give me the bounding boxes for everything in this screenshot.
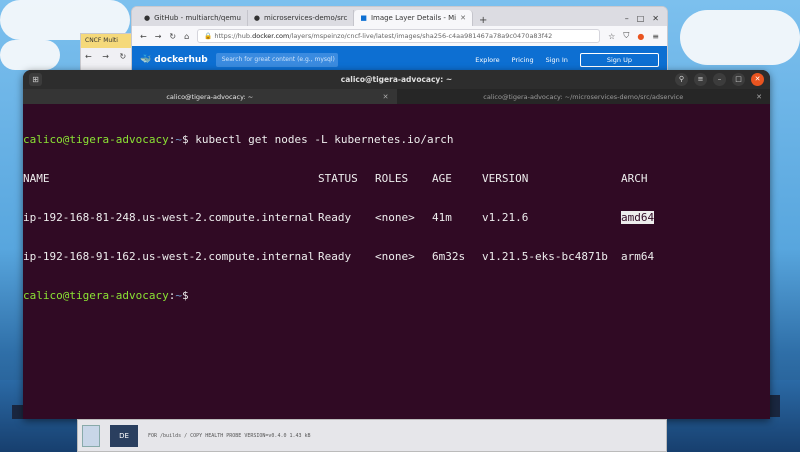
terminal-window-controls: ⚲ ≡ – □ ✕ xyxy=(675,73,764,86)
prompt-user: calico@tigera-advocacy xyxy=(23,133,169,146)
pricing-link[interactable]: Pricing xyxy=(512,56,534,64)
node-status: Ready xyxy=(318,211,352,224)
background-window[interactable]: DE FOR /builds / COPY HEALTH PROBE VERSI… xyxy=(77,419,667,452)
bookmark-star-icon[interactable]: ☆ xyxy=(608,32,615,41)
browser-window[interactable]: ● GitHub - multiarch/qemu ● microservice… xyxy=(131,6,668,72)
extension-icon[interactable]: ● xyxy=(637,32,644,41)
tab-label: calico@tigera-advocacy: ~/microservices-… xyxy=(483,92,684,101)
node-arch-highlighted: amd64 xyxy=(621,211,655,224)
cloud xyxy=(0,40,60,70)
url-domain: docker.com xyxy=(252,32,290,40)
cloud xyxy=(680,10,800,65)
browser-tab-microservices[interactable]: ● microservices-demo/src xyxy=(248,10,355,26)
new-terminal-tab-button[interactable]: ⊞ xyxy=(29,73,42,86)
prompt-symbol: $ xyxy=(181,289,196,302)
github-icon: ● xyxy=(253,14,261,22)
node-status: Ready xyxy=(318,250,352,263)
prompt-path: ~ xyxy=(175,133,182,146)
prompt-symbol: $ xyxy=(181,133,196,146)
header-status: STATUS xyxy=(318,172,358,185)
command-line: calico@tigera-advocacy: ~ $ kubectl get no… xyxy=(23,133,770,146)
node-name: ip-192-168-81-248.us-west-2.compute.inte… xyxy=(23,211,315,224)
forward-icon[interactable]: → xyxy=(155,32,162,41)
prompt-user: calico@tigera-advocacy xyxy=(23,289,169,302)
terminal-tab-strip: calico@tigera-advocacy: ~ ✕ calico@tiger… xyxy=(23,89,770,104)
table-header-row: NAME STATUS ROLES AGE VERSION ARCH xyxy=(23,172,770,185)
close-icon[interactable]: ✕ xyxy=(652,14,659,23)
node-roles: <none> xyxy=(375,250,415,263)
node-version: v1.21.6 xyxy=(482,211,529,224)
header-arch: ARCH xyxy=(621,172,648,185)
close-icon[interactable]: ✕ xyxy=(751,73,764,86)
background-window-text: FOR /builds / COPY HEALTH PROBE VERSION=… xyxy=(148,432,311,439)
header-roles: ROLES xyxy=(375,172,409,185)
search-icon[interactable]: ⚲ xyxy=(675,73,688,86)
tab-label: calico@tigera-advocacy: ~ xyxy=(166,92,254,101)
explore-link[interactable]: Explore xyxy=(475,56,499,64)
text-cursor xyxy=(195,289,202,301)
dockerhub-logo[interactable]: 🐳 dockerhub xyxy=(140,55,208,65)
table-row: ip-192-168-81-248.us-west-2.compute.inte… xyxy=(23,211,770,224)
node-roles: <none> xyxy=(375,211,415,224)
dockerhub-header: 🐳 dockerhub Search for great content (e.… xyxy=(132,46,667,71)
github-icon: ● xyxy=(144,14,151,22)
header-age: AGE xyxy=(432,172,452,185)
prompt-separator: : xyxy=(168,289,176,302)
close-tab-icon[interactable]: ✕ xyxy=(383,93,389,101)
node-age: 41m xyxy=(432,211,452,224)
terminal-window[interactable]: ⊞ calico@tigera-advocacy: ~ ⚲ ≡ – □ ✕ ca… xyxy=(23,70,770,419)
minimize-icon[interactable]: – xyxy=(625,14,629,23)
tab-label: GitHub - multiarch/qemu xyxy=(154,14,241,22)
browser-tab-github[interactable]: ● GitHub - multiarch/qemu xyxy=(138,10,248,26)
window-badge: DE xyxy=(110,424,138,447)
docker-whale-icon: 🐳 xyxy=(140,54,152,65)
shield-icon[interactable]: ⛉ xyxy=(623,31,629,41)
prompt-path: ~ xyxy=(175,289,182,302)
terminal-title: calico@tigera-advocacy: ~ xyxy=(340,75,453,84)
browser-window-controls: – □ ✕ xyxy=(617,14,667,26)
node-name: ip-192-168-91-162.us-west-2.compute.inte… xyxy=(23,250,315,263)
close-tab-icon[interactable]: ✕ xyxy=(460,14,466,22)
header-name: NAME xyxy=(23,172,50,185)
tab-label: microservices-demo/src xyxy=(264,14,348,22)
signup-button[interactable]: Sign Up xyxy=(579,52,659,67)
browser-tab-image-layer[interactable]: ■ Image Layer Details - Mi ✕ xyxy=(354,10,473,26)
url-host: https://hub. xyxy=(214,32,253,40)
new-tab-button[interactable]: + xyxy=(473,15,493,26)
menu-icon[interactable]: ≡ xyxy=(694,73,707,86)
lock-icon: 🔒 xyxy=(204,32,215,40)
node-arch: arm64 xyxy=(621,250,655,263)
close-tab-icon[interactable]: ✕ xyxy=(756,93,762,101)
command-text: kubectl get nodes -L kubernetes.io/arch xyxy=(195,133,454,146)
minimize-icon[interactable]: – xyxy=(713,73,726,86)
prompt-separator: : xyxy=(168,133,176,146)
prompt-line: calico@tigera-advocacy: ~ $ xyxy=(23,289,770,302)
terminal-output[interactable]: calico@tigera-advocacy: ~ $ kubectl get no… xyxy=(23,104,770,328)
dockerhub-search-input[interactable]: Search for great content (e.g., mysql) xyxy=(215,52,338,67)
menu-icon[interactable]: ≡ xyxy=(652,32,659,41)
signin-link[interactable]: Sign In xyxy=(546,56,568,64)
browser-tab-strip: ● GitHub - multiarch/qemu ● microservice… xyxy=(132,7,667,26)
maximize-icon[interactable]: □ xyxy=(732,73,745,86)
browser-toolbar: ← → ↻ ⌂ 🔒 https://hub.docker.com/layers/… xyxy=(132,26,667,46)
node-version: v1.21.5-eks-bc4871b xyxy=(482,250,608,263)
window-thumbnail xyxy=(82,424,100,447)
address-bar[interactable]: 🔒 https://hub.docker.com/layers/mspeinzo… xyxy=(197,29,601,43)
table-row: ip-192-168-91-162.us-west-2.compute.inte… xyxy=(23,250,770,263)
terminal-tab-adservice[interactable]: calico@tigera-advocacy: ~/microservices-… xyxy=(397,89,771,104)
node-age: 6m32s xyxy=(432,250,466,263)
docker-favicon-icon: ■ xyxy=(360,14,367,22)
tab-label: Image Layer Details - Mi xyxy=(370,14,457,22)
dockerhub-nav: Explore Pricing Sign In Sign Up xyxy=(475,52,659,67)
maximize-icon[interactable]: □ xyxy=(637,14,645,23)
home-icon[interactable]: ⌂ xyxy=(184,32,189,41)
terminal-tab-home[interactable]: calico@tigera-advocacy: ~ ✕ xyxy=(23,89,397,104)
url-path: /layers/mspeinzo/cncf-live/latest/images… xyxy=(289,32,553,40)
reload-icon[interactable]: ↻ xyxy=(169,32,176,41)
back-icon[interactable]: ← xyxy=(140,32,147,41)
terminal-titlebar: ⊞ calico@tigera-advocacy: ~ ⚲ ≡ – □ ✕ xyxy=(23,70,770,89)
header-version: VERSION xyxy=(482,172,529,185)
